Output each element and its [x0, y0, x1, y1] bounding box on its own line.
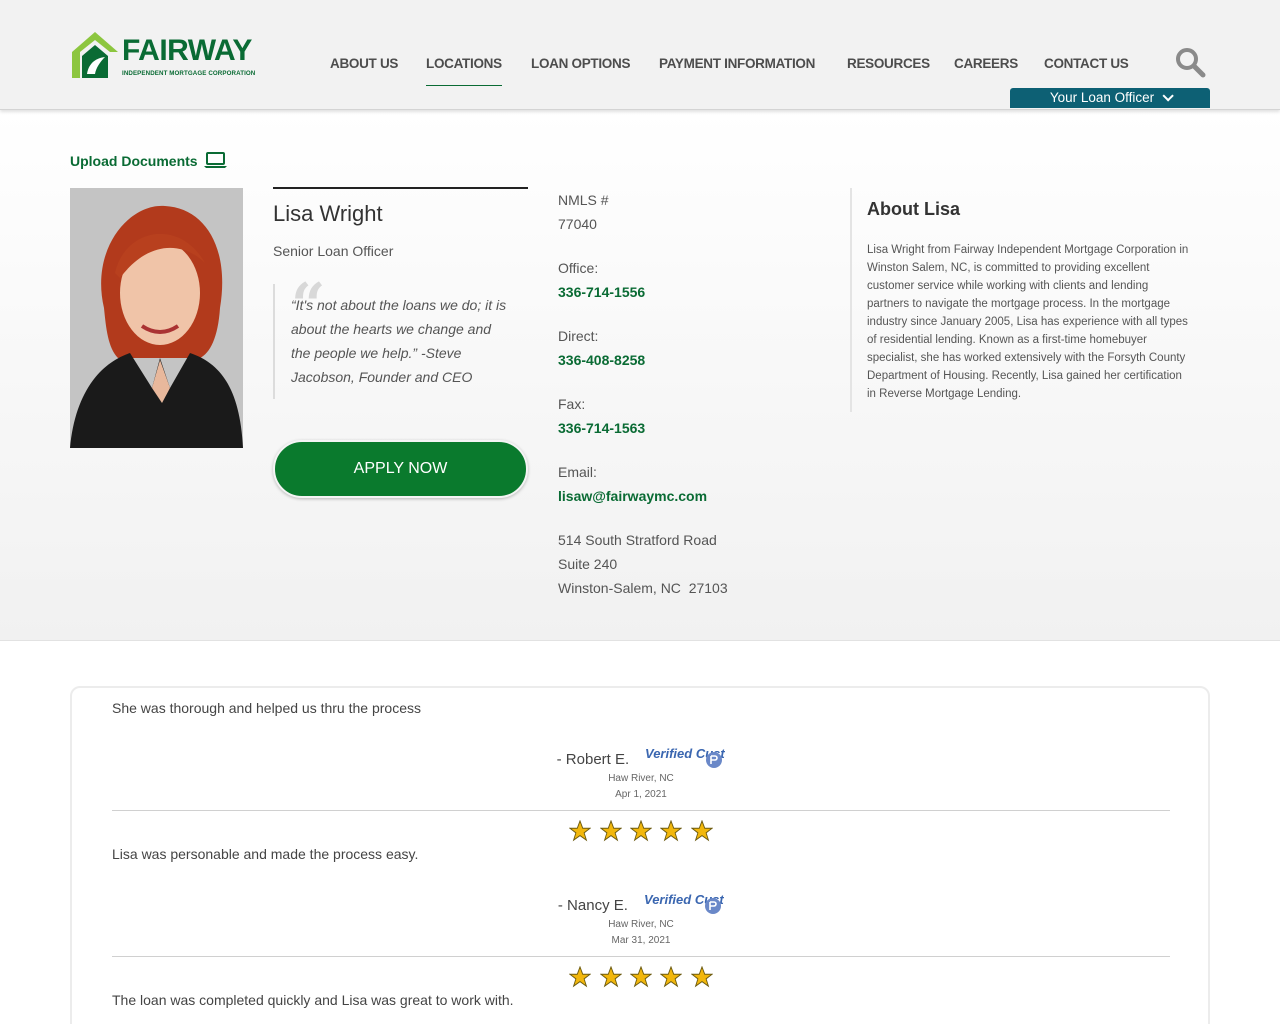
about-section: About Lisa Lisa Wright from Fairway Inde…	[850, 188, 1195, 412]
email-link[interactable]: lisaw@fairwaymc.com	[558, 486, 838, 510]
loan-officer-name: Lisa Wright	[273, 201, 383, 226]
loan-officer-title: Senior Loan Officer	[273, 243, 394, 259]
reviewer: - Nancy E. Verified Customer	[112, 892, 1170, 918]
review-text: Lisa was personable and made the process…	[112, 846, 419, 862]
review-date: Mar 31, 2021	[611, 935, 671, 946]
star-icon	[660, 820, 683, 842]
loan-officer-photo	[70, 188, 243, 448]
review-text: The loan was completed quickly and Lisa …	[112, 992, 514, 1008]
about-text: Lisa Wright from Fairway Independent Mor…	[867, 244, 1189, 400]
logo-wordmark: FAIRWAY	[122, 34, 252, 67]
review-location: Haw River, NC	[608, 773, 674, 784]
nav-loan-options[interactable]: Loan Options	[531, 56, 630, 71]
star-icon	[630, 966, 652, 988]
office-phone-link[interactable]: 336-714-1556	[558, 282, 838, 306]
verified-customer-badge: Verified Customer	[643, 746, 758, 772]
contact-info: NMLS # 77040 Office: 336-714-1556 Direct…	[558, 190, 838, 602]
address-line-1: 514 South Stratford Road	[558, 532, 717, 548]
reviewer-name: - Nancy E.	[557, 896, 628, 914]
chevron-down-icon	[1162, 90, 1174, 102]
email-label: Email:	[558, 464, 597, 480]
founder-quote: “ “It's not about the loans we do; it is…	[273, 276, 513, 399]
site-header: FAIRWAY INDEPENDENT MORTGAGE CORPORATION…	[0, 0, 1280, 110]
your-loan-officer-button[interactable]: Your Loan Officer	[1010, 88, 1210, 108]
rating-stars	[112, 966, 1170, 993]
star-icon	[569, 820, 592, 842]
quote-text: “It's not about the loans we do; it is a…	[291, 297, 507, 385]
office-label: Office:	[558, 260, 599, 276]
nav-payment-information[interactable]: Payment Information	[659, 56, 815, 71]
direct-phone-link[interactable]: 336-408-8258	[558, 350, 838, 374]
reviews-panel: She was thorough and helped us thru the …	[70, 686, 1210, 1024]
star-icon	[599, 820, 622, 842]
about-title: About Lisa	[867, 199, 960, 219]
nmls-label: NMLS #	[558, 192, 609, 208]
fairway-logo[interactable]: FAIRWAY INDEPENDENT MORTGAGE CORPORATION	[70, 30, 255, 82]
star-icon	[690, 966, 713, 988]
review-text: She was thorough and helped us thru the …	[112, 700, 421, 716]
fax-link[interactable]: 336-714-1563	[558, 418, 838, 442]
review-date: Apr 1, 2021	[615, 789, 667, 800]
star-icon	[690, 820, 713, 842]
star-icon	[599, 966, 622, 988]
verified-customer-badge: Verified Customer	[642, 892, 757, 918]
address-line-3: Winston-Salem, NC 27103	[558, 580, 728, 596]
apply-now-button[interactable]: APPLY NOW	[273, 440, 528, 498]
nav-resources[interactable]: Resources	[847, 56, 930, 71]
upload-documents-link[interactable]: Upload Documents	[70, 153, 198, 169]
star-icon	[660, 966, 683, 988]
nav-locations[interactable]: Locations	[426, 56, 502, 86]
reviewer-name: - Robert E.	[556, 750, 630, 768]
nav-careers[interactable]: Careers	[954, 56, 1018, 71]
nav-about-us[interactable]: About Us	[330, 56, 398, 71]
direct-label: Direct:	[558, 328, 599, 344]
rating-stars	[112, 820, 1170, 847]
house-logo-icon	[72, 32, 118, 78]
logo-tagline: INDEPENDENT MORTGAGE CORPORATION	[122, 70, 256, 77]
reviewer: - Robert E. Verified Customer	[112, 746, 1170, 772]
nav-contact-us[interactable]: Contact Us	[1044, 56, 1129, 71]
star-icon	[630, 820, 652, 842]
review-divider	[112, 810, 1170, 811]
review-divider	[112, 956, 1170, 957]
loan-officer-label: Your Loan Officer	[1049, 90, 1155, 105]
laptop-icon[interactable]	[203, 151, 228, 169]
review-location: Haw River, NC	[608, 919, 674, 930]
name-divider	[273, 187, 528, 189]
star-icon	[569, 966, 592, 988]
nmls-number: 77040	[558, 216, 597, 232]
fax-label: Fax:	[558, 396, 586, 412]
address-line-2: Suite 240	[558, 556, 618, 572]
search-icon[interactable]	[1174, 46, 1206, 78]
